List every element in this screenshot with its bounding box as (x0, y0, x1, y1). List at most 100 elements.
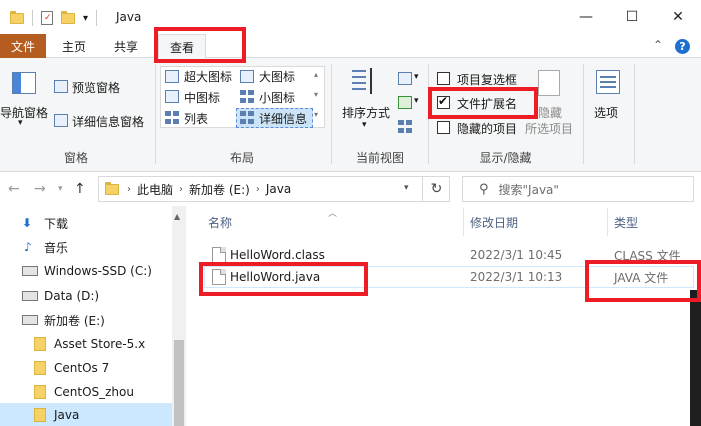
refresh-icon: ↻ (430, 181, 443, 197)
pane-group-label: 窗格 (63, 151, 88, 165)
chevron-down-icon: ▾ (362, 120, 367, 130)
sidebar-item-downloads[interactable]: ⬇ 下载 (0, 211, 172, 235)
hidden-items-checkbox[interactable] (437, 121, 450, 134)
layout-medium-icons[interactable]: 中图标 (184, 89, 220, 106)
sidebar-item-centos7[interactable]: CentOs 7 (0, 356, 172, 380)
customize-toolbar-icon[interactable]: ▾ (83, 13, 88, 24)
sidebar-item-label: Data (D:) (44, 289, 100, 303)
sidebar-item-label: Asset Store-5.x (54, 337, 146, 351)
details-pane-button[interactable]: 详细信息窗格 (72, 113, 144, 130)
nav-pane-icon (12, 72, 36, 94)
layout-details[interactable]: 详细信息 (259, 110, 307, 127)
sidebar-item-java[interactable]: Java (0, 403, 172, 426)
forward-arrow-icon[interactable]: → (34, 181, 46, 197)
options-icon (596, 70, 620, 94)
drive-icon (22, 266, 38, 276)
column-divider[interactable] (607, 208, 608, 236)
item-checkboxes-checkbox[interactable] (437, 72, 450, 85)
scroll-up-icon[interactable]: ▲ (174, 212, 180, 221)
breadcrumb-separator-icon[interactable]: › (127, 184, 131, 195)
size-columns-icon[interactable] (398, 120, 412, 133)
sidebar-item-label: 下载 (44, 216, 69, 231)
sidebar-item-drive-d[interactable]: Data (D:) (0, 284, 172, 308)
sidebar-item-label: CentOs 7 (54, 361, 110, 375)
sidebar-item-label: 新加卷 (E:) (44, 313, 105, 328)
highlight-box-java-type (585, 260, 701, 302)
refresh-button[interactable]: ↻ (422, 176, 450, 202)
chevron-down-icon: ▾ (18, 118, 23, 128)
sidebar-item-drive-e[interactable]: 新加卷 (E:) (0, 308, 172, 332)
column-header-name[interactable]: 名称 (208, 214, 232, 231)
toolbar-divider (32, 10, 33, 26)
layout-extra-large-icons[interactable]: 超大图标 (184, 68, 232, 85)
breadcrumb-separator-icon[interactable]: › (179, 184, 183, 195)
address-bar[interactable]: › 此电脑 › 新加卷 (E:) › Java (98, 176, 450, 202)
file-list (188, 206, 701, 426)
group-by-icon[interactable] (398, 72, 412, 85)
gallery-scroll-up-icon[interactable]: ▴ (314, 70, 318, 79)
file-modified: 2022/3/1 10:45 (470, 248, 563, 262)
address-history-icon[interactable]: ▾ (404, 183, 409, 193)
column-divider[interactable] (463, 208, 464, 236)
folder-icon (34, 361, 46, 375)
highlight-box-java-file (199, 262, 368, 296)
highlight-box-file-extensions (428, 87, 538, 119)
breadcrumb-this-pc[interactable]: 此电脑 (137, 181, 173, 198)
new-folder-icon[interactable] (61, 10, 75, 24)
gallery-scroll-down-icon[interactable]: ▾ (314, 90, 318, 99)
layout-large-icons[interactable]: 大图标 (259, 68, 295, 85)
file-icon (212, 247, 226, 263)
current-view-group-label: 当前视图 (355, 151, 404, 165)
recent-locations-icon[interactable]: ▾ (58, 184, 63, 194)
breadcrumb-java[interactable]: Java (266, 182, 291, 196)
hide-button[interactable]: 隐藏 (538, 104, 562, 121)
breadcrumb-drive-e[interactable]: 新加卷 (E:) (189, 181, 250, 198)
properties-icon[interactable]: ✓ (41, 11, 53, 25)
column-header-type[interactable]: 类型 (614, 214, 638, 231)
file-modified: 2022/3/1 10:13 (470, 270, 563, 284)
breadcrumb-separator-icon[interactable]: › (256, 184, 260, 195)
search-input[interactable]: 搜索"Java" (499, 181, 559, 198)
sidebar-item-label: Java (54, 407, 80, 422)
hidden-items-label: 隐藏的项目 (457, 122, 518, 136)
help-icon[interactable]: ? (675, 39, 690, 54)
sidebar-item-centos-zhou[interactable]: CentOS_zhou (0, 380, 172, 404)
nav-pane-button[interactable]: 导航窗格 ▾ (0, 64, 50, 144)
sidebar-scrollbar-thumb[interactable] (174, 340, 184, 426)
sidebar-item-asset-store[interactable]: Asset Store-5.x (0, 332, 172, 356)
tab-file[interactable]: 文件 (0, 34, 46, 58)
hide-selected-label: 所选项目 (525, 122, 574, 136)
extra-large-icons-icon (165, 70, 179, 83)
column-header-modified[interactable]: 修改日期 (470, 214, 518, 231)
sidebar-item-label: CentOS_zhou (54, 385, 134, 399)
tab-share[interactable]: 共享 (104, 34, 148, 58)
close-button[interactable]: ✕ (655, 0, 701, 34)
back-arrow-icon[interactable]: ← (8, 181, 20, 197)
file-name: HelloWord.class (230, 248, 325, 262)
gallery-expand-icon[interactable]: ▾ (314, 110, 318, 119)
folder-icon (105, 181, 119, 195)
folder-icon (10, 10, 24, 24)
maximize-button[interactable]: ☐ (609, 0, 655, 34)
sort-by-button[interactable]: 排序方式 (342, 104, 390, 121)
options-button[interactable]: 选项 (594, 104, 618, 121)
sidebar-item-label: 音乐 (44, 240, 69, 255)
group-divider (583, 64, 584, 164)
window-title: Java (116, 10, 142, 24)
highlight-box-view-tab (154, 27, 246, 63)
search-box[interactable]: ⚲ 搜索"Java" (462, 176, 694, 202)
layout-list[interactable]: 列表 (184, 110, 208, 127)
preview-pane-button[interactable]: 预览窗格 (72, 79, 120, 96)
sort-ascending-icon: ︿ (328, 209, 338, 219)
sidebar-item-music[interactable]: ♪ 音乐 (0, 235, 172, 259)
medium-icons-icon (165, 90, 179, 103)
minimize-button[interactable]: — (563, 0, 609, 34)
collapse-ribbon-icon[interactable]: ⌃ (653, 38, 663, 52)
tab-home[interactable]: 主页 (52, 34, 96, 58)
group-divider (155, 64, 156, 164)
sidebar-item-drive-c[interactable]: Windows-SSD (C:) (0, 259, 172, 283)
layout-small-icons[interactable]: 小图标 (259, 89, 295, 106)
up-arrow-icon[interactable]: ↑ (74, 181, 86, 197)
folder-icon (34, 337, 46, 351)
add-columns-icon[interactable] (398, 96, 412, 109)
